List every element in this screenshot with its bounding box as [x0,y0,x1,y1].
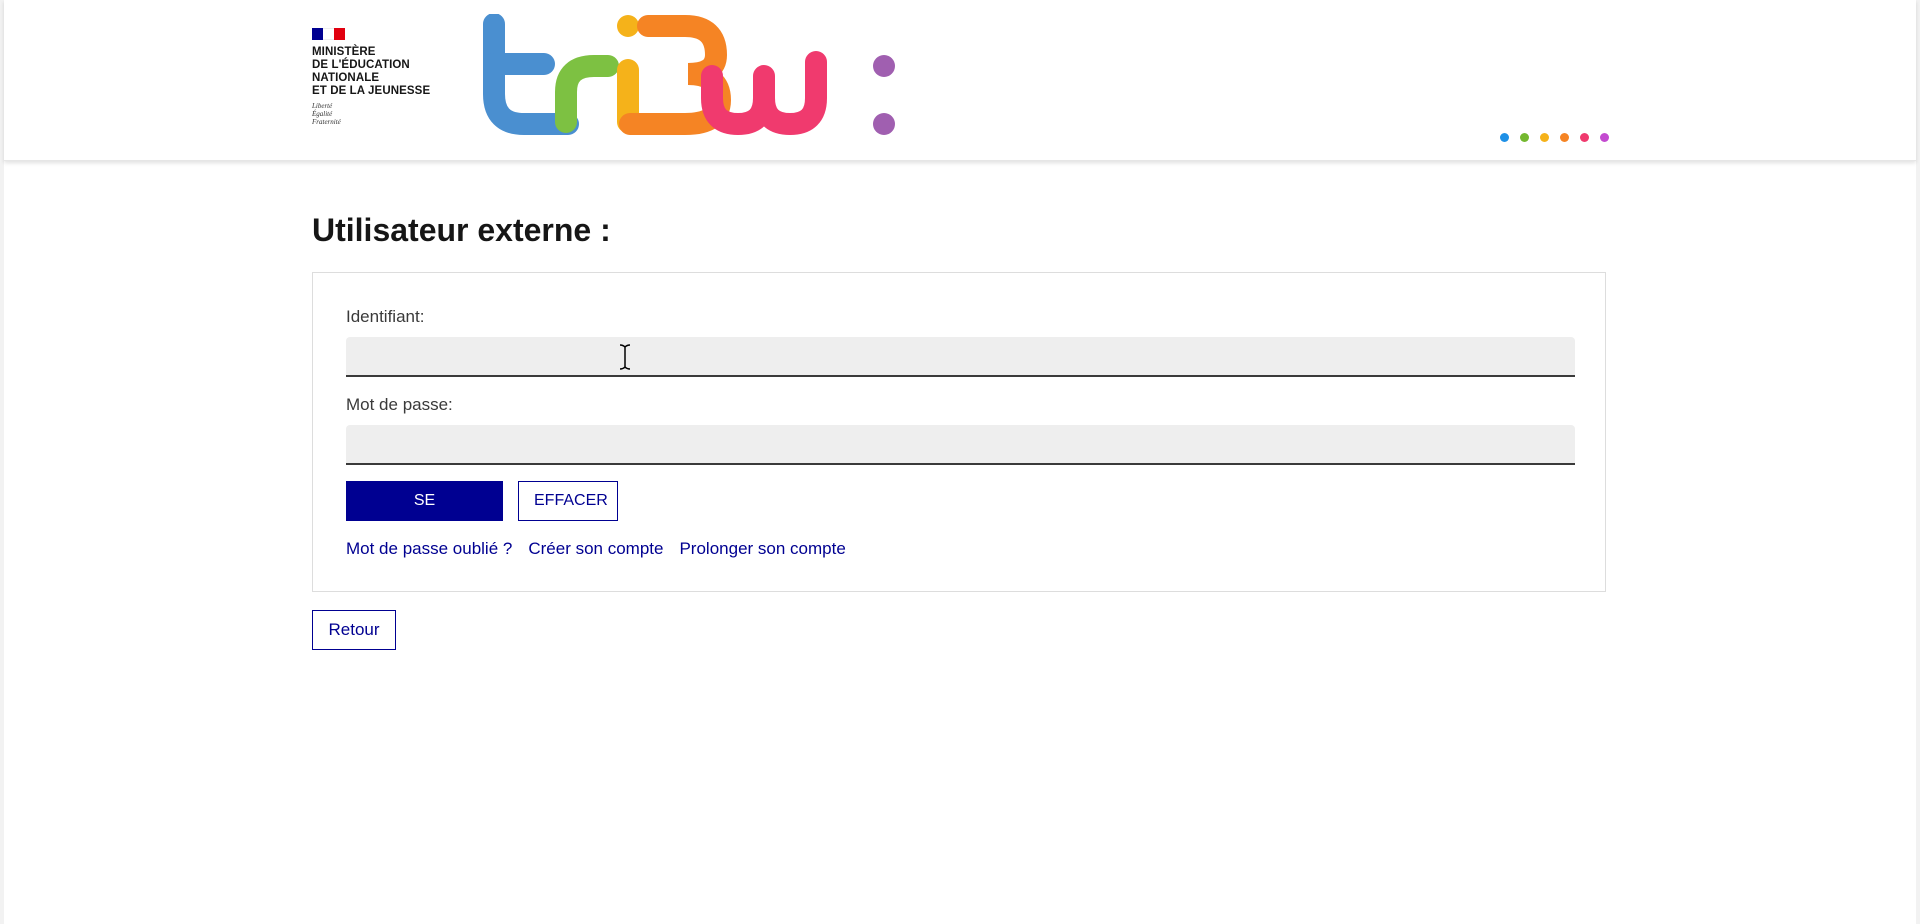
password-input[interactable] [346,425,1575,465]
dot-icon [1500,133,1509,142]
ministry-name: Ministère de l'Éducation nationale et de… [312,46,431,97]
login-page: Ministère de l'Éducation nationale et de… [0,0,1920,924]
page-title: Utilisateur externe : [312,212,611,248]
dot-icon [1560,133,1569,142]
clear-button[interactable]: EFFACER [518,481,618,521]
dot-icon [1600,133,1609,142]
login-form: Identifiant: Mot de passe: SE CONNECTER … [312,272,1606,592]
site-header: Ministère de l'Éducation nationale et de… [4,0,1916,161]
right-page-edge [1916,0,1920,924]
dot-icon [1520,133,1529,142]
french-flag-icon [312,28,345,40]
create-account-link[interactable]: Créer son compte [528,539,663,559]
password-label: Mot de passe: [346,395,453,414]
username-label: Identifiant: [346,307,425,326]
back-button[interactable]: Retour [312,610,396,650]
login-button[interactable]: SE CONNECTER [346,481,503,547]
account-links: Mot de passe oublié ? Créer son compte P… [346,539,846,559]
extend-account-link[interactable]: Prolonger son compte [679,539,845,559]
ministry-block[interactable]: Ministère de l'Éducation nationale et de… [312,28,452,126]
username-field-wrapper [313,337,1605,377]
decorative-dots [1500,133,1609,142]
dot-icon [1540,133,1549,142]
dot-icon [1580,133,1589,142]
username-input[interactable] [346,337,1575,377]
forgot-password-link[interactable]: Mot de passe oublié ? [346,539,512,559]
ministry-motto: Liberté Égalité Fraternité [312,102,341,126]
tribu-logo-icon[interactable] [480,14,910,139]
